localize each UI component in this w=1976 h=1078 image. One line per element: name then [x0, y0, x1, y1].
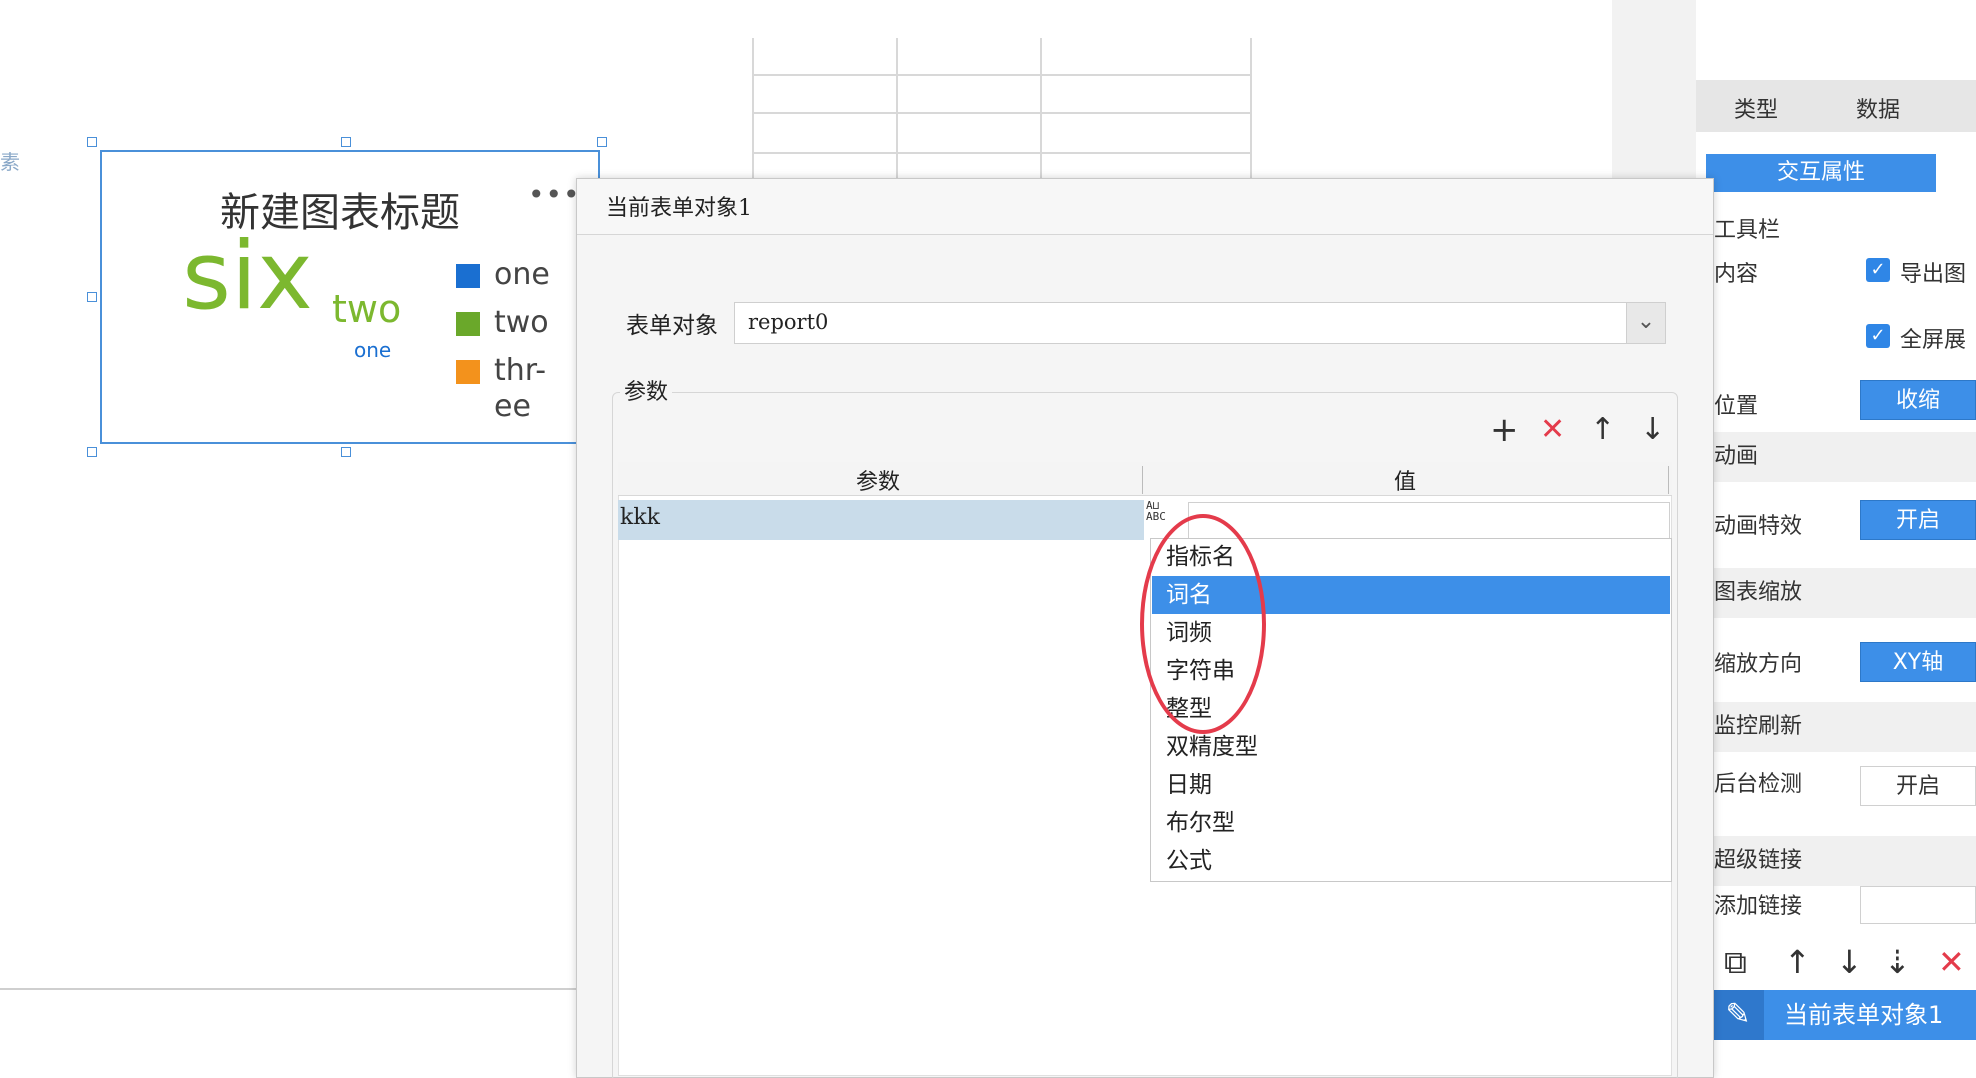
pencil-icon[interactable]: ✎ [1712, 990, 1764, 1040]
animation-effect-label: 动画特效 [1714, 514, 1803, 539]
dropdown-item[interactable]: 双精度型 [1152, 728, 1670, 766]
legend-label: thr- [494, 353, 547, 388]
copy-icon[interactable]: ⧉ [1724, 942, 1747, 982]
legend-swatch [456, 360, 480, 384]
form-object-select[interactable] [734, 302, 1666, 344]
params-legend: 参数 [620, 374, 673, 406]
grid-line [752, 74, 1252, 76]
delete-icon[interactable]: ✕ [1540, 410, 1565, 450]
more-icon[interactable]: ••• [528, 178, 581, 211]
legend-label: ee [494, 389, 531, 424]
checkbox-fullscreen[interactable]: ✓ [1866, 324, 1890, 348]
resize-handle[interactable] [87, 292, 97, 302]
dropdown-item[interactable]: 日期 [1152, 766, 1670, 804]
word-cloud-word: one [354, 338, 392, 362]
resize-handle[interactable] [87, 137, 97, 147]
column-divider [1668, 466, 1669, 494]
legend-label: two [494, 305, 549, 340]
section-zoom: 图表缩放 [1696, 568, 1976, 618]
checkbox-fullscreen-label: 全屏展 [1900, 328, 1967, 353]
move-down-icon[interactable]: ↓ [1836, 942, 1863, 982]
canvas-divider [0, 988, 580, 990]
canvas-element-label: 素 [0, 150, 20, 174]
background-detect-label: 后台检测 [1714, 772, 1803, 797]
add-link-input[interactable] [1860, 886, 1976, 924]
section-hyperlink: 超级链接 [1696, 836, 1976, 886]
section-animation: 动画 [1696, 432, 1976, 482]
form-object-value: report0 [748, 310, 829, 334]
zoom-direction-label: 缩放方向 [1714, 652, 1803, 677]
tab-interact-properties[interactable]: 交互属性 [1706, 154, 1936, 192]
table-row[interactable] [618, 500, 1144, 540]
tab-type[interactable]: 类型 [1734, 92, 1778, 124]
legend-label: one [494, 257, 550, 292]
annotation-circle [1140, 514, 1266, 734]
legend-swatch [456, 312, 480, 336]
word-cloud-word: two [332, 287, 402, 331]
checkbox-export-label: 导出图 [1900, 262, 1967, 287]
form-object-label: 表单对象 [626, 313, 718, 339]
section-toolbar: 工具栏 [1714, 218, 1781, 243]
column-header-param: 参数 [856, 470, 901, 495]
position-button[interactable]: 收缩 [1860, 380, 1976, 420]
tab-data[interactable]: 数据 [1856, 92, 1900, 124]
dropdown-item[interactable]: 公式 [1152, 842, 1670, 880]
move-down-icon[interactable]: ↓ [1640, 410, 1665, 450]
resize-handle[interactable] [597, 137, 607, 147]
dropdown-item[interactable]: 布尔型 [1152, 804, 1670, 842]
param-name-cell[interactable]: kkk [620, 505, 660, 530]
chevron-down-icon[interactable]: ⌄ [1626, 303, 1665, 343]
resize-handle[interactable] [341, 137, 351, 147]
animation-effect-button[interactable]: 开启 [1860, 500, 1976, 540]
column-header-value: 值 [1394, 470, 1417, 495]
resize-handle[interactable] [341, 447, 351, 457]
grid-line [752, 112, 1252, 114]
background-detect-button[interactable]: 开启 [1860, 766, 1976, 806]
content-label: 内容 [1714, 262, 1759, 287]
legend-swatch [456, 264, 480, 288]
current-object-label: 当前表单对象1 [1784, 1001, 1944, 1029]
move-up-icon[interactable]: ↑ [1784, 942, 1811, 982]
value-input[interactable] [1188, 502, 1670, 540]
zoom-direction-button[interactable]: XY轴 [1860, 642, 1976, 682]
delete-icon[interactable]: ✕ [1938, 942, 1965, 982]
move-up-icon[interactable]: ↑ [1590, 410, 1615, 450]
grid-line [752, 152, 1252, 154]
checkbox-export[interactable]: ✓ [1866, 258, 1890, 282]
add-icon[interactable]: + [1490, 410, 1519, 450]
move-bottom-icon[interactable]: ⇣ [1884, 942, 1911, 982]
resize-handle[interactable] [87, 447, 97, 457]
add-link-label: 添加链接 [1714, 894, 1803, 919]
column-divider [1142, 466, 1143, 494]
word-cloud-word: six [182, 222, 313, 331]
table-header [618, 462, 1672, 496]
dialog-title: 当前表单对象1 [606, 196, 752, 221]
section-monitor: 监控刷新 [1696, 702, 1976, 752]
position-label: 位置 [1714, 394, 1759, 419]
